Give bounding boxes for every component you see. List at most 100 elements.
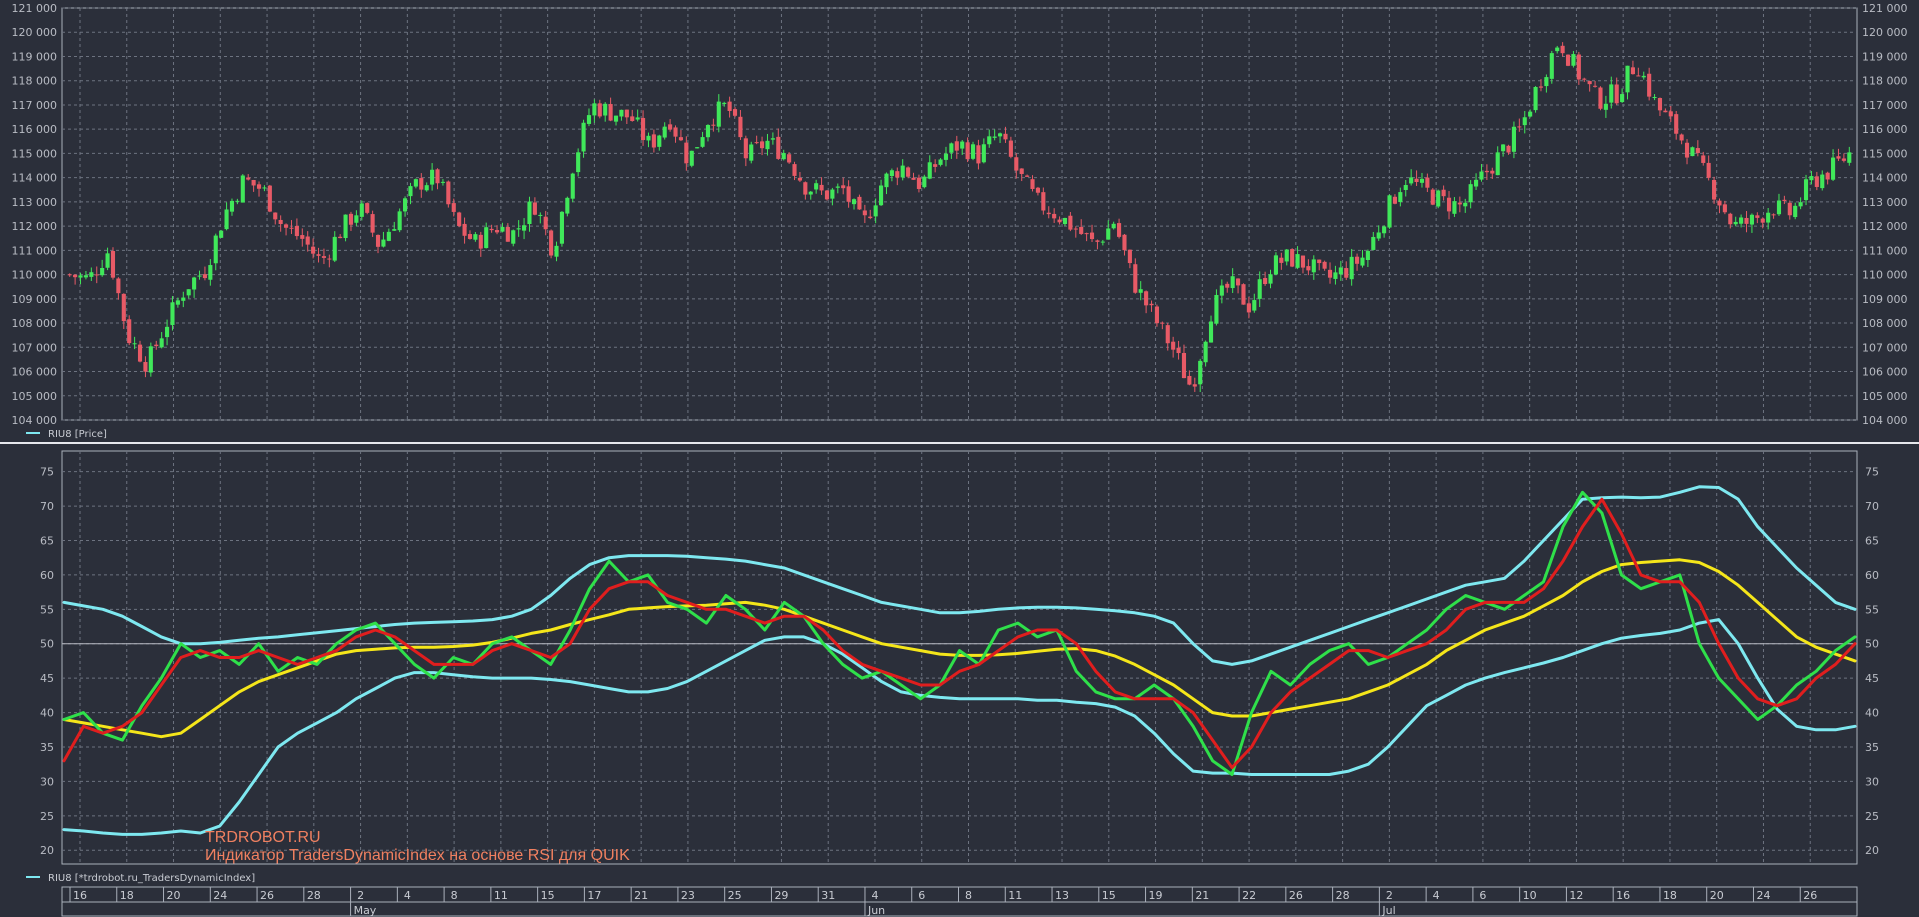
candle-body [1636, 75, 1641, 77]
candle-body [814, 183, 819, 190]
price-tick-label-left: 110 000 [12, 269, 58, 282]
candle-body [1171, 341, 1176, 350]
candle-body [1593, 85, 1598, 87]
candle-body [619, 109, 624, 117]
day-label: 26 [1803, 889, 1817, 902]
candle-body [873, 205, 878, 217]
candle-body [89, 272, 94, 277]
candle-body [1560, 45, 1565, 54]
candle-body [473, 234, 478, 240]
candle-body [868, 216, 873, 219]
candle-body [229, 200, 235, 212]
candle-body [1160, 322, 1165, 324]
candle-body [1019, 168, 1024, 174]
day-label: 16 [73, 889, 87, 902]
price-tick-label-left: 115 000 [12, 147, 58, 160]
candle-body [1544, 77, 1549, 87]
candle-body [1095, 240, 1100, 242]
day-label: 15 [1102, 889, 1116, 902]
candle-body [646, 135, 651, 141]
price-tick-label-right: 120 000 [1862, 26, 1908, 39]
indicator-tick-label-right: 75 [1865, 466, 1879, 479]
candle-body [954, 141, 959, 151]
candle-body [1533, 86, 1538, 111]
candle-body [1749, 214, 1754, 225]
candle-body [1030, 179, 1035, 189]
candle-body [1744, 217, 1749, 224]
day-label: 24 [1756, 889, 1770, 902]
indicator-tick-label-left: 50 [40, 638, 54, 651]
candle-body [1820, 174, 1825, 189]
candle-body [1506, 145, 1511, 153]
candle-body [1117, 223, 1122, 237]
price-tick-label-right: 108 000 [1862, 317, 1908, 330]
candle-body [202, 274, 207, 279]
candle-body [348, 213, 354, 225]
price-tick-label-right: 111 000 [1862, 244, 1908, 257]
month-label: Jun [867, 904, 885, 917]
price-tick-label-left: 113 000 [12, 196, 58, 209]
candle-body [67, 274, 72, 276]
candle-body [1787, 202, 1792, 216]
candle-body [435, 169, 440, 184]
candle-body [154, 344, 159, 347]
candle-body [808, 191, 813, 195]
price-tick-label-left: 120 000 [12, 26, 58, 39]
candle-body [1230, 276, 1235, 289]
month-label: May [354, 904, 377, 917]
candle-body [749, 144, 754, 161]
candle-body [116, 278, 121, 294]
candle-body [1793, 205, 1798, 218]
candle-body [1771, 214, 1776, 216]
candle-body [1365, 250, 1370, 260]
candle-body [305, 236, 310, 245]
candle-body [781, 153, 786, 160]
candle-body [1203, 341, 1208, 363]
indicator-tick-label-left: 65 [40, 534, 54, 547]
time-axis-month-labels: May Jun Jul [354, 904, 1396, 917]
day-label: 10 [1523, 889, 1537, 902]
candle-body [494, 230, 500, 233]
candle-body [797, 177, 802, 181]
indicator-legend[interactable]: RIU8 [*trdrobot.ru_TradersDynamicIndex] [26, 873, 255, 884]
candle-body [662, 126, 667, 138]
candle-body [1100, 241, 1105, 243]
price-tick-label-left: 112 000 [12, 220, 58, 233]
candle-body [1317, 259, 1322, 264]
candle-body [1528, 111, 1533, 117]
candle-body [1122, 234, 1127, 251]
candle-body [1014, 157, 1019, 171]
candle-body [549, 230, 554, 256]
chart-canvas: 104 000 104 000 105 000 105 000 106 000 106 0… [0, 2, 1919, 917]
candle-body [770, 138, 775, 140]
candle-body [446, 181, 451, 205]
candle-body [1057, 219, 1062, 223]
watermark-site: TRDROBOT.RU [205, 829, 321, 846]
candle-body [375, 234, 381, 247]
candle-body [981, 144, 986, 163]
candle-body [1089, 232, 1095, 240]
candle-body [1062, 217, 1068, 225]
day-label: 31 [821, 889, 835, 902]
candle-body [603, 103, 608, 116]
candle-body [1144, 291, 1149, 306]
candle-body [559, 211, 564, 244]
candle-body [522, 225, 527, 231]
candle-body [424, 185, 429, 191]
candle-body [1776, 200, 1782, 215]
price-tick-label-left: 121 000 [12, 2, 58, 15]
day-label: 2 [357, 889, 364, 902]
candle-body [970, 144, 976, 159]
candle-body [1522, 117, 1527, 126]
candle-body [386, 231, 391, 241]
candle-body [262, 187, 267, 189]
indicator-tick-label-left: 45 [40, 672, 54, 685]
indicator-tick-label-left: 75 [40, 466, 54, 479]
candle-body [1722, 204, 1727, 213]
candle-body [1295, 254, 1300, 268]
price-legend[interactable]: RIU8 [Price] [26, 429, 107, 440]
candle-body [1111, 223, 1116, 229]
candle-body [716, 101, 721, 127]
candle-body [273, 212, 278, 220]
price-tick-label-right: 109 000 [1862, 293, 1908, 306]
